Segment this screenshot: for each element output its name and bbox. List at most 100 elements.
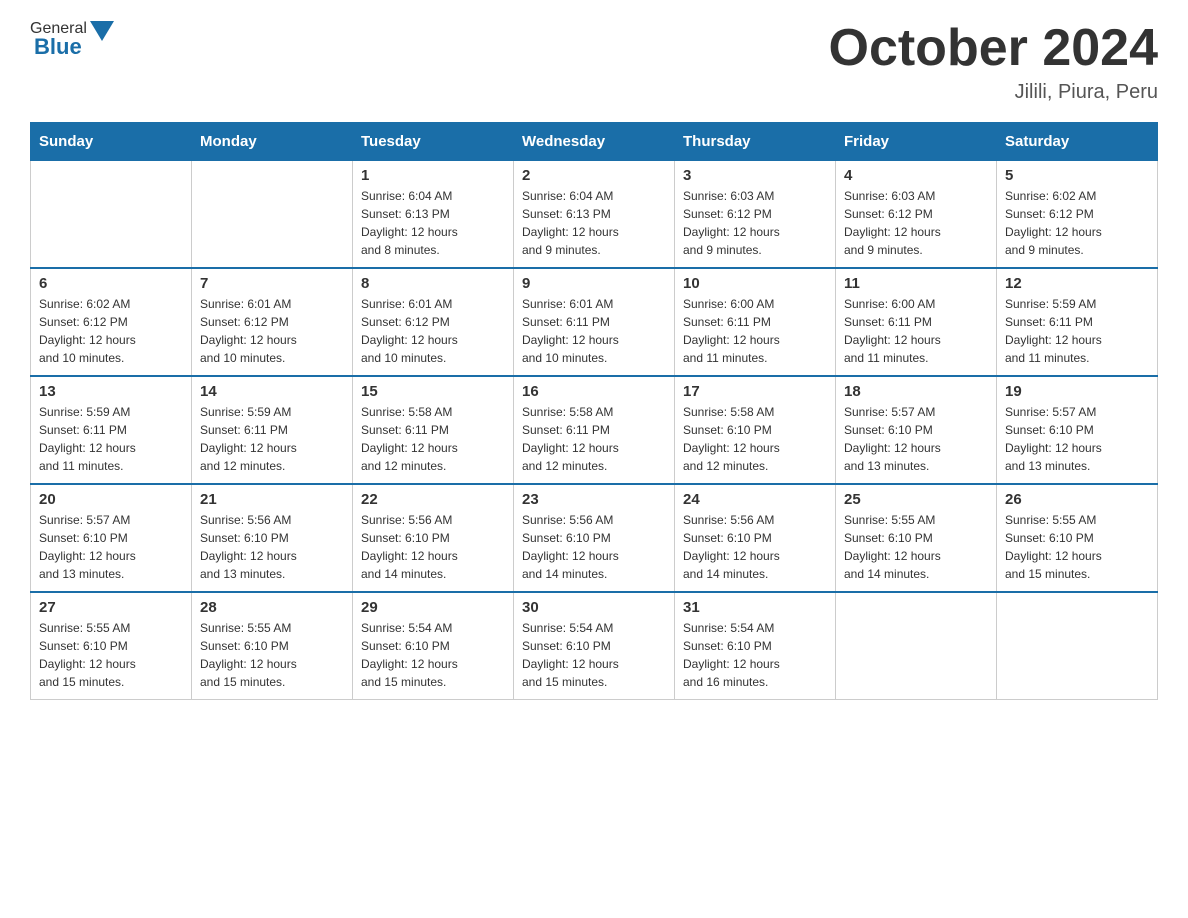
weekday-header-sunday: Sunday bbox=[31, 123, 192, 161]
calendar-cell: 15Sunrise: 5:58 AM Sunset: 6:11 PM Dayli… bbox=[353, 376, 514, 484]
header: General Blue October 2024 Jilili, Piura,… bbox=[30, 20, 1158, 104]
day-number: 22 bbox=[361, 491, 505, 508]
day-info: Sunrise: 5:54 AM Sunset: 6:10 PM Dayligh… bbox=[683, 619, 827, 691]
day-info: Sunrise: 6:02 AM Sunset: 6:12 PM Dayligh… bbox=[39, 295, 183, 367]
calendar-cell: 12 Sunrise: 5:59 AM Sunset: 6:11 PM Dayli… bbox=[997, 268, 1158, 376]
day-info: Sunrise: 5:56 AM Sunset: 6:10 PM Dayligh… bbox=[200, 511, 344, 583]
calendar-cell bbox=[836, 592, 997, 700]
day-number: 9 bbox=[522, 275, 666, 292]
day-number: 1 bbox=[361, 167, 505, 184]
weekday-header-tuesday: Tuesday bbox=[353, 123, 514, 161]
day-info: Sunrise: 5:58 AM Sunset: 6:10 PM Dayligh… bbox=[683, 403, 827, 475]
logo-blue-text: Blue bbox=[34, 34, 82, 60]
weekday-header-monday: Monday bbox=[192, 123, 353, 161]
day-number: 28 bbox=[200, 599, 344, 616]
calendar-cell: 23 Sunrise: 5:56 AM Sunset: 6:10 PM Dayli… bbox=[514, 484, 675, 592]
location: Jilili, Piura, Peru bbox=[829, 81, 1159, 104]
weekday-header-wednesday: Wednesday bbox=[514, 123, 675, 161]
day-number: 23 bbox=[522, 491, 666, 508]
day-info: Sunrise: 5:58 AM Sunset: 6:11 PM Dayligh… bbox=[522, 403, 666, 475]
calendar-cell: 22 Sunrise: 5:56 AM Sunset: 6:10 PM Dayli… bbox=[353, 484, 514, 592]
calendar-cell: 29 Sunrise: 5:54 AM Sunset: 6:10 PM Dayli… bbox=[353, 592, 514, 700]
day-number: 29 bbox=[361, 599, 505, 616]
day-number: 2 bbox=[522, 167, 666, 184]
day-number: 4 bbox=[844, 167, 988, 184]
weekday-header-thursday: Thursday bbox=[675, 123, 836, 161]
calendar-cell: 28 Sunrise: 5:55 AM Sunset: 6:10 PM Dayli… bbox=[192, 592, 353, 700]
day-number: 6 bbox=[39, 275, 183, 292]
calendar-cell: 27Sunrise: 5:55 AM Sunset: 6:10 PM Dayli… bbox=[31, 592, 192, 700]
day-info: Sunrise: 6:03 AM Sunset: 6:12 PM Dayligh… bbox=[844, 187, 988, 259]
day-number: 20 bbox=[39, 491, 183, 508]
calendar-cell: 8 Sunrise: 6:01 AM Sunset: 6:12 PM Daylig… bbox=[353, 268, 514, 376]
calendar-cell: 25 Sunrise: 5:55 AM Sunset: 6:10 PM Dayli… bbox=[836, 484, 997, 592]
day-info: Sunrise: 5:59 AM Sunset: 6:11 PM Dayligh… bbox=[39, 403, 183, 475]
calendar-cell: 3Sunrise: 6:03 AM Sunset: 6:12 PM Daylig… bbox=[675, 161, 836, 269]
day-info: Sunrise: 5:59 AM Sunset: 6:11 PM Dayligh… bbox=[1005, 295, 1149, 367]
calendar-cell: 9 Sunrise: 6:01 AM Sunset: 6:11 PM Daylig… bbox=[514, 268, 675, 376]
day-number: 5 bbox=[1005, 167, 1149, 184]
day-info: Sunrise: 5:54 AM Sunset: 6:10 PM Dayligh… bbox=[361, 619, 505, 691]
calendar-cell: 31Sunrise: 5:54 AM Sunset: 6:10 PM Dayli… bbox=[675, 592, 836, 700]
calendar-cell: 4 Sunrise: 6:03 AM Sunset: 6:12 PM Daylig… bbox=[836, 161, 997, 269]
day-number: 15 bbox=[361, 383, 505, 400]
day-info: Sunrise: 6:00 AM Sunset: 6:11 PM Dayligh… bbox=[844, 295, 988, 367]
day-info: Sunrise: 6:01 AM Sunset: 6:12 PM Dayligh… bbox=[200, 295, 344, 367]
day-number: 3 bbox=[683, 167, 827, 184]
day-number: 12 bbox=[1005, 275, 1149, 292]
day-info: Sunrise: 6:02 AM Sunset: 6:12 PM Dayligh… bbox=[1005, 187, 1149, 259]
calendar-cell: 13Sunrise: 5:59 AM Sunset: 6:11 PM Dayli… bbox=[31, 376, 192, 484]
day-number: 7 bbox=[200, 275, 344, 292]
week-row-2: 6 Sunrise: 6:02 AM Sunset: 6:12 PM Daylig… bbox=[31, 268, 1158, 376]
day-info: Sunrise: 5:55 AM Sunset: 6:10 PM Dayligh… bbox=[200, 619, 344, 691]
day-number: 10 bbox=[683, 275, 827, 292]
day-number: 21 bbox=[200, 491, 344, 508]
day-info: Sunrise: 6:00 AM Sunset: 6:11 PM Dayligh… bbox=[683, 295, 827, 367]
calendar-cell bbox=[997, 592, 1158, 700]
week-row-4: 20Sunrise: 5:57 AM Sunset: 6:10 PM Dayli… bbox=[31, 484, 1158, 592]
weekday-header-row: SundayMondayTuesdayWednesdayThursdayFrid… bbox=[31, 123, 1158, 161]
day-info: Sunrise: 5:55 AM Sunset: 6:10 PM Dayligh… bbox=[1005, 511, 1149, 583]
week-row-3: 13Sunrise: 5:59 AM Sunset: 6:11 PM Dayli… bbox=[31, 376, 1158, 484]
calendar-cell: 19Sunrise: 5:57 AM Sunset: 6:10 PM Dayli… bbox=[997, 376, 1158, 484]
calendar-cell: 26 Sunrise: 5:55 AM Sunset: 6:10 PM Dayli… bbox=[997, 484, 1158, 592]
calendar-cell: 24Sunrise: 5:56 AM Sunset: 6:10 PM Dayli… bbox=[675, 484, 836, 592]
calendar-cell: 20Sunrise: 5:57 AM Sunset: 6:10 PM Dayli… bbox=[31, 484, 192, 592]
day-number: 26 bbox=[1005, 491, 1149, 508]
calendar-cell: 2 Sunrise: 6:04 AM Sunset: 6:13 PM Daylig… bbox=[514, 161, 675, 269]
calendar-cell: 6 Sunrise: 6:02 AM Sunset: 6:12 PM Daylig… bbox=[31, 268, 192, 376]
day-info: Sunrise: 6:01 AM Sunset: 6:11 PM Dayligh… bbox=[522, 295, 666, 367]
day-number: 17 bbox=[683, 383, 827, 400]
calendar-cell: 10 Sunrise: 6:00 AM Sunset: 6:11 PM Dayli… bbox=[675, 268, 836, 376]
calendar-cell: 11 Sunrise: 6:00 AM Sunset: 6:11 PM Dayli… bbox=[836, 268, 997, 376]
day-info: Sunrise: 5:55 AM Sunset: 6:10 PM Dayligh… bbox=[39, 619, 183, 691]
day-info: Sunrise: 5:55 AM Sunset: 6:10 PM Dayligh… bbox=[844, 511, 988, 583]
calendar-cell: 1Sunrise: 6:04 AM Sunset: 6:13 PM Daylig… bbox=[353, 161, 514, 269]
calendar-cell: 21 Sunrise: 5:56 AM Sunset: 6:10 PM Dayli… bbox=[192, 484, 353, 592]
day-number: 11 bbox=[844, 275, 988, 292]
day-number: 30 bbox=[522, 599, 666, 616]
day-number: 18 bbox=[844, 383, 988, 400]
calendar-cell: 5 Sunrise: 6:02 AM Sunset: 6:12 PM Daylig… bbox=[997, 161, 1158, 269]
day-info: Sunrise: 5:56 AM Sunset: 6:10 PM Dayligh… bbox=[361, 511, 505, 583]
calendar-cell: 16 Sunrise: 5:58 AM Sunset: 6:11 PM Dayli… bbox=[514, 376, 675, 484]
day-number: 24 bbox=[683, 491, 827, 508]
week-row-5: 27Sunrise: 5:55 AM Sunset: 6:10 PM Dayli… bbox=[31, 592, 1158, 700]
calendar-cell: 14Sunrise: 5:59 AM Sunset: 6:11 PM Dayli… bbox=[192, 376, 353, 484]
calendar-cell bbox=[31, 161, 192, 269]
day-info: Sunrise: 6:04 AM Sunset: 6:13 PM Dayligh… bbox=[522, 187, 666, 259]
month-title: October 2024 bbox=[829, 20, 1159, 77]
calendar-cell: 17 Sunrise: 5:58 AM Sunset: 6:10 PM Dayli… bbox=[675, 376, 836, 484]
day-number: 14 bbox=[200, 383, 344, 400]
calendar-table: SundayMondayTuesdayWednesdayThursdayFrid… bbox=[30, 122, 1158, 700]
day-number: 19 bbox=[1005, 383, 1149, 400]
day-number: 8 bbox=[361, 275, 505, 292]
weekday-header-saturday: Saturday bbox=[997, 123, 1158, 161]
day-info: Sunrise: 6:01 AM Sunset: 6:12 PM Dayligh… bbox=[361, 295, 505, 367]
title-area: October 2024 Jilili, Piura, Peru bbox=[829, 20, 1159, 104]
day-number: 16 bbox=[522, 383, 666, 400]
week-row-1: 1 Sunrise: 6:04 AM Sunset: 6:13 PM Daylig… bbox=[31, 161, 1158, 269]
day-number: 25 bbox=[844, 491, 988, 508]
calendar-cell: 30Sunrise: 5:54 AM Sunset: 6:10 PM Dayli… bbox=[514, 592, 675, 700]
day-info: Sunrise: 5:56 AM Sunset: 6:10 PM Dayligh… bbox=[522, 511, 666, 583]
